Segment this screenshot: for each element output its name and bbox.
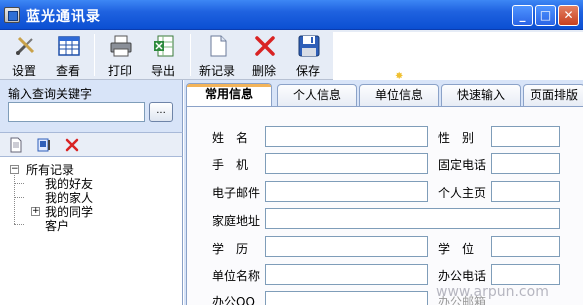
delete-button[interactable]: 删除 bbox=[244, 32, 284, 78]
search-panel: 输入查询关键字 ... bbox=[0, 80, 183, 132]
title-bar: 蓝光通讯录 _ □ ✕ bbox=[0, 0, 583, 30]
app-icon bbox=[4, 7, 20, 23]
common-info-form: 姓 名 性 别 手 机 固定电话 电子邮件 个人主页 家庭地址 学 历 学 位 … bbox=[186, 106, 583, 305]
home-address-label: 家庭地址 bbox=[212, 214, 261, 228]
export-label: 导出 bbox=[150, 64, 175, 78]
settings-label: 设置 bbox=[11, 64, 36, 78]
tree-connector bbox=[14, 224, 24, 225]
office-phone-field[interactable] bbox=[491, 264, 560, 285]
star-icon: ✸ bbox=[395, 71, 404, 82]
edit-card-icon[interactable] bbox=[36, 137, 52, 153]
email-field[interactable] bbox=[265, 181, 428, 202]
homepage-field[interactable] bbox=[491, 181, 560, 202]
education-label: 学 历 bbox=[212, 242, 249, 256]
record-tree: − 所有记录 我的好友 我的家人 + 我的同学 客户 bbox=[0, 157, 183, 305]
delete-x-icon bbox=[255, 36, 275, 56]
degree-label: 学 位 bbox=[438, 242, 475, 256]
printer-icon bbox=[110, 35, 132, 57]
settings-button[interactable]: 设置 bbox=[4, 32, 44, 78]
education-field[interactable] bbox=[265, 236, 428, 257]
tree-toolbar bbox=[0, 132, 183, 157]
tab-personal-info[interactable]: 个人信息 bbox=[277, 84, 357, 106]
close-button[interactable]: ✕ bbox=[558, 5, 579, 26]
new-document-icon bbox=[210, 35, 227, 57]
minimize-button[interactable]: _ bbox=[512, 5, 533, 26]
toolbar-separator bbox=[190, 34, 191, 76]
grid-view-icon bbox=[58, 36, 80, 56]
tree-item-clients[interactable]: 客户 bbox=[45, 217, 69, 234]
search-label: 输入查询关键字 bbox=[8, 87, 93, 101]
landline-label: 固定电话 bbox=[438, 158, 487, 172]
tree-connector bbox=[14, 197, 24, 198]
office-qq-label: 办公QQ bbox=[212, 295, 255, 305]
tab-strip: 常用信息 个人信息 单位信息 快速输入 页面排版 bbox=[184, 83, 583, 107]
tree-connector bbox=[14, 173, 15, 224]
tab-company-info[interactable]: 单位信息 bbox=[359, 84, 439, 106]
toolbar-separator bbox=[94, 34, 95, 76]
wrench-screwdriver-icon bbox=[15, 36, 35, 56]
company-name-label: 单位名称 bbox=[212, 269, 261, 283]
window-title: 蓝光通讯录 bbox=[26, 9, 101, 25]
home-address-field[interactable] bbox=[265, 208, 560, 229]
tree-expander-root[interactable]: − bbox=[10, 165, 19, 174]
view-label: 查看 bbox=[55, 64, 80, 78]
gender-label: 性 别 bbox=[438, 131, 475, 145]
save-label: 保存 bbox=[295, 64, 320, 78]
office-phone-label: 办公电话 bbox=[438, 269, 487, 283]
search-input[interactable] bbox=[8, 102, 145, 122]
mobile-label: 手 机 bbox=[212, 158, 249, 172]
mobile-field[interactable] bbox=[265, 153, 428, 174]
degree-field[interactable] bbox=[491, 236, 560, 257]
tree-connector bbox=[14, 183, 24, 184]
excel-export-icon bbox=[154, 35, 174, 57]
save-button[interactable]: 保存 bbox=[288, 32, 328, 78]
delete-label: 删除 bbox=[251, 64, 276, 78]
maximize-button[interactable]: □ bbox=[535, 5, 556, 26]
homepage-label: 个人主页 bbox=[438, 186, 487, 200]
tab-quick-input[interactable]: 快速输入 bbox=[441, 84, 521, 106]
floppy-disk-icon bbox=[298, 35, 320, 57]
view-button[interactable]: 查看 bbox=[48, 32, 88, 78]
tab-page-layout[interactable]: 页面排版 bbox=[523, 84, 583, 106]
landline-field[interactable] bbox=[491, 153, 560, 174]
watermark-text: www.arpun.com bbox=[436, 284, 549, 300]
toolbar-blank-area bbox=[333, 32, 583, 80]
new-record-label: 新记录 bbox=[198, 64, 235, 78]
search-button[interactable]: ... bbox=[149, 102, 173, 122]
office-qq-field[interactable] bbox=[265, 291, 428, 305]
tree-expander-classmates[interactable]: + bbox=[31, 207, 40, 216]
name-field[interactable] bbox=[265, 126, 428, 147]
email-label: 电子邮件 bbox=[212, 186, 261, 200]
delete-x-icon[interactable] bbox=[64, 137, 80, 153]
document-icon[interactable] bbox=[8, 137, 24, 153]
export-button[interactable]: 导出 bbox=[143, 32, 183, 78]
print-label: 打印 bbox=[107, 64, 132, 78]
gender-field[interactable] bbox=[491, 126, 560, 147]
print-button[interactable]: 打印 bbox=[100, 32, 140, 78]
new-record-button[interactable]: 新记录 bbox=[197, 32, 237, 78]
name-label: 姓 名 bbox=[212, 131, 249, 145]
tab-common-info[interactable]: 常用信息 bbox=[186, 83, 272, 107]
company-name-field[interactable] bbox=[265, 264, 428, 285]
